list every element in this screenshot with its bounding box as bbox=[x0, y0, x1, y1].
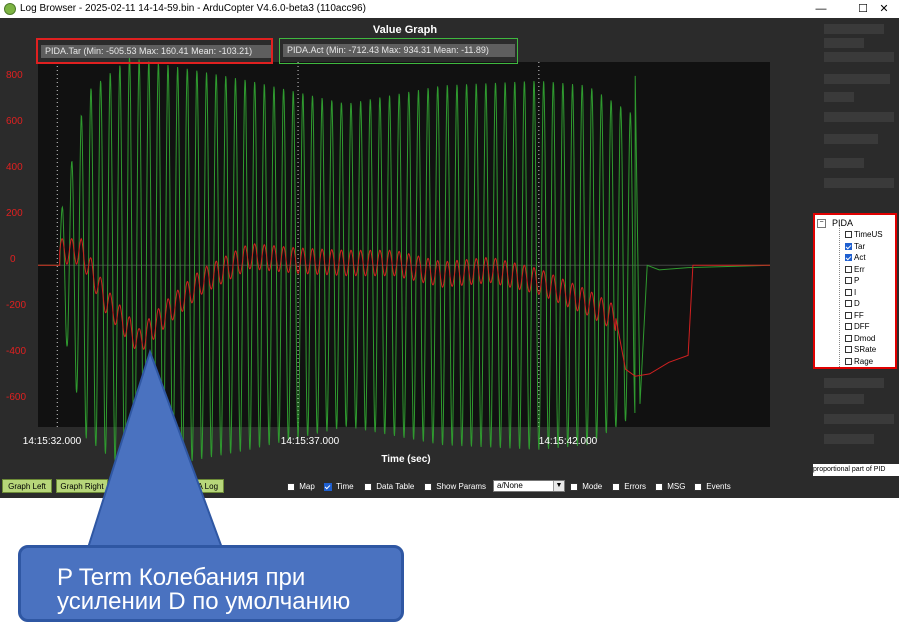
checkbox[interactable] bbox=[845, 277, 852, 285]
panel-row bbox=[824, 24, 884, 34]
x-tick-label: 14:15:32.000 bbox=[22, 436, 82, 447]
panel-row bbox=[824, 158, 864, 168]
y-tick-label: 600 bbox=[6, 116, 23, 127]
tree-item-srate[interactable]: SRate bbox=[845, 344, 876, 355]
app-icon bbox=[4, 3, 16, 15]
checkbox[interactable] bbox=[845, 335, 852, 343]
chevron-down-icon[interactable]: ▼ bbox=[553, 481, 564, 491]
checkbox[interactable] bbox=[655, 482, 663, 491]
message-type-dropdown[interactable]: a/None ▼ bbox=[493, 480, 565, 492]
checkbox[interactable] bbox=[570, 482, 578, 491]
legend-box-tar: PIDA.Tar (Min: -505.53 Max: 160.41 Mean:… bbox=[36, 38, 273, 64]
annotation-line-1: P Term Колебания при bbox=[57, 564, 306, 591]
tree-connector bbox=[839, 225, 841, 367]
tree-root-pida[interactable]: − PIDA bbox=[817, 218, 854, 229]
tree-item-act[interactable]: Act bbox=[845, 252, 866, 263]
tree-item-rage[interactable]: Rage bbox=[845, 356, 873, 367]
panel-row bbox=[824, 52, 894, 62]
panel-row bbox=[824, 38, 864, 48]
graph-title: Value Graph bbox=[372, 24, 438, 36]
show-params-option[interactable]: Show Params bbox=[424, 482, 486, 492]
close-button[interactable]: ✕ bbox=[869, 0, 899, 18]
field-tree: − PIDA TimeUS Tar Act Err P I D FF DFF Dm… bbox=[813, 213, 897, 369]
y-tick-label: 800 bbox=[6, 70, 23, 81]
tree-root-label: PIDA bbox=[832, 218, 854, 228]
checkbox-checked[interactable] bbox=[845, 254, 852, 262]
legend-item-act[interactable]: PIDA.Act (Min: -712.43 Max: 934.31 Mean:… bbox=[283, 44, 515, 57]
x-tick-label: 14:15:37.000 bbox=[280, 436, 340, 447]
y-tick-label: 0 bbox=[10, 254, 16, 265]
checkbox[interactable] bbox=[364, 482, 372, 491]
data-table-option[interactable]: Data Table bbox=[364, 482, 414, 492]
y-tick-label: 400 bbox=[6, 162, 23, 173]
window-title: Log Browser - 2025-02-11 14-14-59.bin - … bbox=[20, 3, 366, 14]
checkbox-checked[interactable] bbox=[845, 243, 852, 251]
x-tick-label: 14:15:42.000 bbox=[538, 436, 598, 447]
panel-row bbox=[824, 434, 874, 444]
checkbox[interactable] bbox=[845, 358, 852, 366]
tree-item-timeus[interactable]: TimeUS bbox=[845, 229, 883, 240]
checkbox[interactable] bbox=[424, 482, 432, 491]
checkbox[interactable] bbox=[845, 289, 852, 297]
tree-item-i[interactable]: I bbox=[845, 287, 856, 298]
tree-item-p[interactable]: P bbox=[845, 275, 859, 286]
tree-item-err[interactable]: Err bbox=[845, 264, 865, 275]
panel-row bbox=[824, 74, 890, 84]
checkbox[interactable] bbox=[612, 482, 620, 491]
tree-item-dff[interactable]: DFF bbox=[845, 321, 870, 332]
events-option[interactable]: Events bbox=[694, 482, 731, 492]
graph-left-button[interactable]: Graph Left bbox=[2, 479, 52, 493]
checkbox[interactable] bbox=[287, 482, 295, 491]
checkbox[interactable] bbox=[845, 312, 852, 320]
load-log-button[interactable]: Load A Log bbox=[172, 479, 224, 493]
y-tick-label: -400 bbox=[6, 346, 27, 357]
status-description: proportional part of PID bbox=[813, 464, 899, 476]
panel-row bbox=[824, 414, 894, 424]
tree-item-ff[interactable]: FF bbox=[845, 310, 864, 321]
title-bar: Log Browser - 2025-02-11 14-14-59.bin - … bbox=[0, 0, 899, 18]
dropdown-value: a/None bbox=[497, 481, 523, 490]
x-axis-title: Time (sec) bbox=[381, 454, 431, 465]
tree-item-dmod[interactable]: Dmod bbox=[845, 333, 875, 344]
y-tick-label: -600 bbox=[6, 392, 27, 403]
checkbox-checked[interactable] bbox=[324, 482, 332, 491]
annotation-callout: P Term Колебания при усилении D по умолч… bbox=[18, 545, 404, 622]
checkbox[interactable] bbox=[845, 346, 852, 354]
panel-row bbox=[824, 134, 878, 144]
minimize-button[interactable]: — bbox=[806, 0, 836, 18]
tree-item-tar[interactable]: Tar bbox=[845, 241, 865, 252]
y-tick-label: -200 bbox=[6, 300, 27, 311]
checkbox[interactable] bbox=[845, 266, 852, 274]
checkbox[interactable] bbox=[845, 300, 852, 308]
checkbox[interactable] bbox=[694, 482, 702, 491]
errors-option[interactable]: Errors bbox=[612, 482, 646, 492]
mode-option[interactable]: Mode bbox=[570, 482, 602, 492]
graph-window: Value Graph PIDA.Tar (Min: -505.53 Max: … bbox=[0, 18, 899, 498]
collapse-icon[interactable]: − bbox=[817, 219, 826, 229]
graph-right-button[interactable]: Graph Right bbox=[56, 479, 108, 493]
panel-row bbox=[824, 394, 864, 404]
checkbox[interactable] bbox=[845, 323, 852, 331]
annotation-text: P Term Колебания при усилении D по умолч… bbox=[57, 566, 350, 614]
time-option[interactable]: Time bbox=[324, 482, 354, 492]
panel-row bbox=[824, 178, 894, 188]
panel-row bbox=[824, 378, 884, 388]
annotation-line-2: усилении D по умолчанию bbox=[57, 588, 351, 615]
checkbox[interactable] bbox=[845, 231, 852, 239]
value-graph-plot[interactable] bbox=[0, 18, 810, 478]
msg-option[interactable]: MSG bbox=[655, 482, 685, 492]
map-option[interactable]: Map bbox=[287, 482, 315, 492]
panel-row bbox=[824, 92, 854, 102]
tree-item-d[interactable]: D bbox=[845, 298, 860, 309]
legend-box-act: PIDA.Act (Min: -712.43 Max: 934.31 Mean:… bbox=[279, 38, 518, 64]
y-tick-label: 200 bbox=[6, 208, 23, 219]
legend-item-tar[interactable]: PIDA.Tar (Min: -505.53 Max: 160.41 Mean:… bbox=[41, 45, 271, 58]
panel-row bbox=[824, 112, 894, 122]
